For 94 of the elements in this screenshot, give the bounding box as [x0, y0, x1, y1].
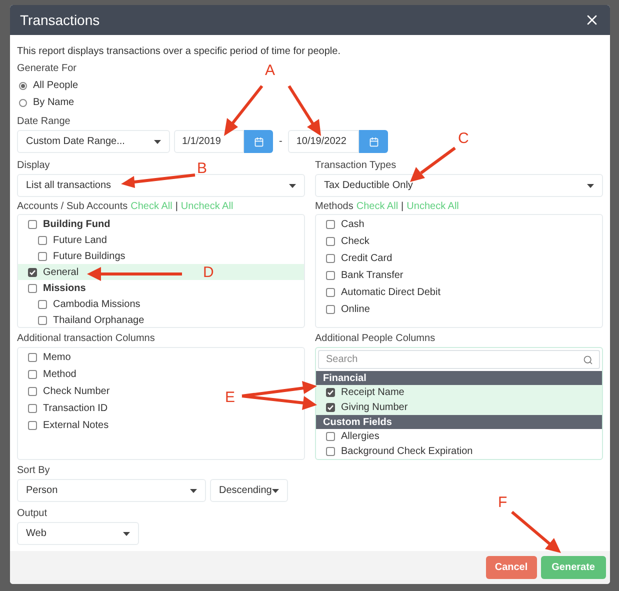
- checkbox-label: General: [43, 266, 79, 280]
- checkbox-label: Method: [43, 368, 76, 382]
- caret-icon: [154, 140, 161, 144]
- caret-icon: [123, 532, 130, 536]
- checkbox[interactable]: [326, 237, 335, 246]
- checkbox-label: Transaction ID: [43, 402, 108, 416]
- field-label: Generate For: [17, 62, 76, 75]
- checkbox[interactable]: [326, 288, 335, 297]
- date-range-select[interactable]: Custom Date Range...: [17, 130, 170, 153]
- search-field[interactable]: Search: [318, 350, 600, 369]
- search-icon: [583, 355, 593, 365]
- checkbox-label: Credit Card: [341, 252, 392, 266]
- checkbox-label: Building Fund: [43, 218, 110, 232]
- sort-field-select[interactable]: Person: [17, 479, 206, 502]
- radio-button[interactable]: [19, 82, 27, 90]
- checkbox[interactable]: [326, 388, 335, 397]
- checkbox[interactable]: [326, 403, 335, 412]
- radio-label: All People: [33, 79, 78, 93]
- checkbox[interactable]: [28, 353, 37, 362]
- checkbox-label: Thailand Orphanage: [53, 314, 144, 328]
- annotation-letter: C: [458, 129, 469, 149]
- start-date-field[interactable]: 1/1/2019: [174, 130, 244, 153]
- checkbox[interactable]: [326, 447, 335, 456]
- field-label: Additional transaction Columns: [17, 332, 155, 345]
- field-label: Sort By: [17, 464, 50, 477]
- checkbox[interactable]: [28, 220, 37, 228]
- window-title: Transactions: [20, 10, 100, 30]
- checkbox[interactable]: [28, 370, 37, 379]
- checkbox[interactable]: [38, 300, 47, 308]
- separator: |: [175, 200, 178, 213]
- checkbox-label: Bank Transfer: [341, 269, 404, 283]
- checkbox-label: Cambodia Missions: [53, 298, 140, 312]
- checkbox[interactable]: [38, 236, 47, 244]
- group-header: Financial: [316, 371, 602, 385]
- group-header: Custom Fields: [316, 415, 602, 429]
- field-label: Display: [17, 159, 50, 172]
- checkbox-label: Missions: [43, 282, 86, 296]
- radio-button[interactable]: [19, 98, 27, 106]
- transaction-types-select[interactable]: Tax Deductible Only: [315, 174, 603, 197]
- checkbox[interactable]: [326, 254, 335, 263]
- checkbox-label: Receipt Name: [341, 386, 404, 400]
- calendar-icon: [254, 136, 264, 146]
- checkbox[interactable]: [28, 268, 37, 276]
- description: This report displays transactions over a specific period of time for people.: [17, 45, 340, 58]
- field-label: Output: [17, 507, 48, 520]
- checkbox-label: Giving Number: [341, 401, 408, 415]
- checkbox[interactable]: [326, 432, 335, 441]
- caret-icon: [272, 488, 279, 492]
- output-select[interactable]: Web: [17, 522, 139, 545]
- checkbox[interactable]: [28, 387, 37, 396]
- arrow: [224, 85, 264, 136]
- checkbox[interactable]: [28, 284, 37, 292]
- calendar-button[interactable]: [244, 130, 273, 153]
- sort-direction-select[interactable]: Descending: [210, 479, 288, 502]
- arrow: [288, 85, 321, 136]
- arrow: [511, 510, 561, 553]
- radio-label: By Name: [33, 96, 74, 110]
- field-label: Additional People Columns: [315, 332, 436, 345]
- checkbox[interactable]: [28, 404, 37, 413]
- checkbox[interactable]: [326, 305, 335, 314]
- checkbox[interactable]: [38, 252, 47, 260]
- calendar-button[interactable]: [359, 130, 388, 153]
- checkbox-label: Allergies: [341, 430, 380, 444]
- checkbox-label: Online: [341, 303, 370, 317]
- date-separator: -: [279, 135, 282, 149]
- checkbox-label: Future Buildings: [53, 250, 126, 264]
- checkbox-label: Check Number: [43, 385, 110, 399]
- checkbox-label: Future Land: [53, 234, 107, 248]
- checkbox[interactable]: [28, 421, 37, 430]
- annotation-letter: F: [498, 493, 508, 513]
- arrow: [410, 146, 456, 182]
- field-label: Date Range: [17, 115, 70, 128]
- display-select[interactable]: List all transactions: [17, 174, 305, 197]
- checkbox[interactable]: [38, 316, 47, 324]
- checkbox-label: Background Check Expiration: [341, 445, 473, 459]
- checkbox[interactable]: [326, 271, 335, 280]
- annotation-letter: E: [225, 388, 236, 408]
- checkbox-label: External Notes: [43, 419, 109, 433]
- checkbox-label: Cash: [341, 218, 364, 232]
- checkbox-label: Automatic Direct Debit: [341, 286, 440, 300]
- separator: |: [401, 200, 404, 213]
- end-date-field[interactable]: 10/19/2022: [288, 130, 360, 153]
- checkbox-label: Check: [341, 235, 370, 249]
- caret-icon: [587, 184, 594, 188]
- caret-icon: [289, 184, 296, 188]
- calendar-icon: [368, 136, 379, 146]
- caret-icon: [190, 488, 197, 492]
- checkbox-label: Memo: [43, 351, 71, 365]
- field-label: Methods: [315, 200, 354, 213]
- field-label: Accounts / Sub Accounts: [17, 200, 128, 213]
- annotation-letter: D: [203, 263, 214, 283]
- annotation-letter: A: [265, 61, 276, 81]
- checkbox[interactable]: [326, 220, 335, 229]
- field-label: Transaction Types: [315, 159, 396, 172]
